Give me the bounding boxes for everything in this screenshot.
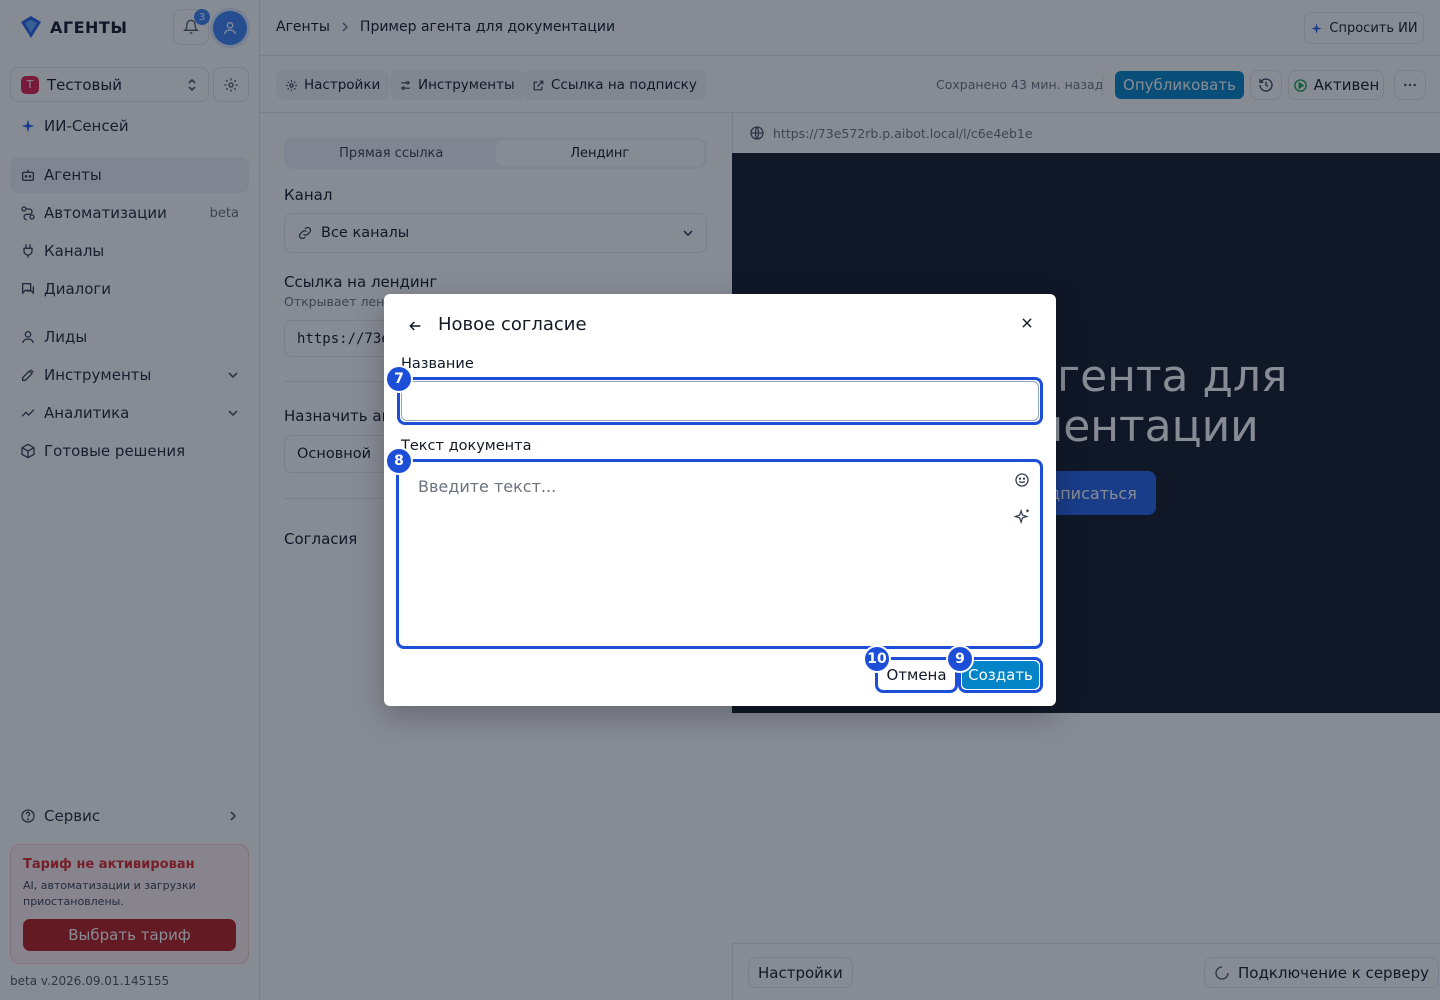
step-marker-10: 10 <box>863 645 891 673</box>
close-button[interactable] <box>1016 312 1038 334</box>
smile-icon <box>1014 472 1030 488</box>
step-marker-7: 7 <box>385 365 413 393</box>
arrow-left-icon <box>407 318 423 334</box>
cancel-button[interactable]: Отмена <box>879 661 954 689</box>
close-icon <box>1020 316 1034 330</box>
step-marker-8: 8 <box>385 447 413 475</box>
document-text-label: Текст документа <box>401 438 532 454</box>
back-button[interactable] <box>404 315 426 337</box>
dialog-title: Новое согласие <box>438 314 587 335</box>
consent-name-input[interactable] <box>401 381 1039 421</box>
step-marker-9: 9 <box>946 645 974 673</box>
document-text-input[interactable] <box>402 465 1037 643</box>
emoji-button[interactable] <box>1011 469 1033 491</box>
sparkles-icon <box>1013 508 1031 525</box>
create-button[interactable]: Создать <box>962 661 1039 689</box>
ai-generate-button[interactable] <box>1011 505 1033 527</box>
name-label: Название <box>401 356 474 372</box>
